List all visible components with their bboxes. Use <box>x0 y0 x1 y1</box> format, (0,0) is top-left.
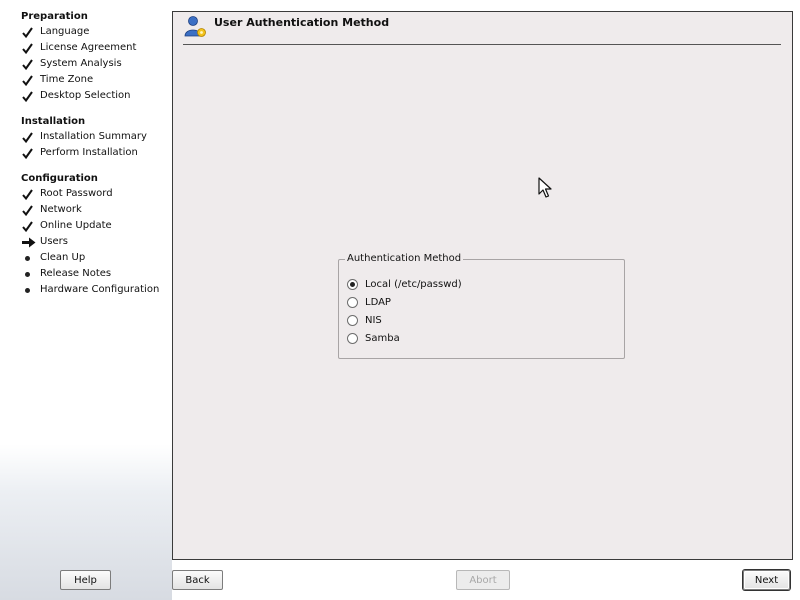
step-label: Root Password <box>40 188 113 199</box>
step-system-analysis: System Analysis <box>21 56 136 72</box>
step-label: Installation Summary <box>40 131 147 142</box>
step-label: Clean Up <box>40 252 86 263</box>
auth-method-legend: Authentication Method <box>345 253 464 264</box>
section-title: Installation <box>21 116 86 127</box>
step-release-notes: Release Notes <box>21 266 159 282</box>
bullet-icon <box>21 250 35 266</box>
section-title: Preparation <box>21 11 88 22</box>
back-button[interactable]: Back <box>172 570 223 590</box>
checkmark-icon <box>21 24 35 40</box>
steps-sidebar: Preparation Language License Agreement S… <box>0 0 172 600</box>
radio-button[interactable] <box>347 315 358 326</box>
main-panel: User Authentication Method Authenticatio… <box>172 11 793 560</box>
step-license-agreement: License Agreement <box>21 40 136 56</box>
bullet-icon <box>21 282 35 298</box>
checkmark-icon <box>21 88 35 104</box>
help-button[interactable]: Help <box>60 570 111 590</box>
radio-button[interactable] <box>347 297 358 308</box>
step-label: Perform Installation <box>40 147 138 158</box>
section-configuration: Configuration Root Password Network Onli… <box>21 172 159 298</box>
radio-label[interactable]: LDAP <box>365 295 391 311</box>
step-language: Language <box>21 24 136 40</box>
section-title: Configuration <box>21 173 98 184</box>
step-label: Hardware Configuration <box>40 284 160 295</box>
section-preparation: Preparation Language License Agreement S… <box>21 10 136 104</box>
step-installation-summary: Installation Summary <box>21 129 147 145</box>
step-label: System Analysis <box>40 58 122 69</box>
radio-label[interactable]: Local (/etc/passwd) <box>365 277 462 293</box>
step-label: Online Update <box>40 220 112 231</box>
step-label: Users <box>40 236 69 247</box>
checkmark-icon <box>21 129 35 145</box>
step-online-update: Online Update <box>21 218 159 234</box>
next-button[interactable]: Next <box>743 570 790 590</box>
step-users: Users <box>21 234 159 250</box>
step-label: Time Zone <box>40 74 94 85</box>
step-clean-up: Clean Up <box>21 250 159 266</box>
step-label: Release Notes <box>40 268 112 279</box>
checkmark-icon <box>21 56 35 72</box>
step-label: License Agreement <box>40 42 137 53</box>
bullet-icon <box>21 266 35 282</box>
abort-button[interactable]: Abort <box>456 570 510 590</box>
step-network: Network <box>21 202 159 218</box>
step-perform-installation: Perform Installation <box>21 145 147 161</box>
checkmark-icon <box>21 72 35 88</box>
step-root-password: Root Password <box>21 186 159 202</box>
auth-method-group: Authentication Method Local (/etc/passwd… <box>338 253 625 359</box>
checkmark-icon <box>21 145 35 161</box>
arrow-right-icon <box>21 234 36 250</box>
radio-label[interactable]: Samba <box>365 331 400 347</box>
radio-label[interactable]: NIS <box>365 313 382 329</box>
title-divider <box>183 44 781 45</box>
step-label: Language <box>40 26 90 37</box>
step-label: Network <box>40 204 82 215</box>
step-time-zone: Time Zone <box>21 72 136 88</box>
step-desktop-selection: Desktop Selection <box>21 88 136 104</box>
page-title: User Authentication Method <box>214 16 390 29</box>
checkmark-icon <box>21 40 35 56</box>
user-icon <box>183 15 207 39</box>
checkmark-icon <box>21 186 35 202</box>
mouse-cursor-icon <box>538 177 552 199</box>
checkmark-icon <box>21 202 35 218</box>
step-label: Desktop Selection <box>40 90 131 101</box>
section-installation: Installation Installation Summary Perfor… <box>21 115 147 161</box>
radio-button[interactable] <box>347 333 358 344</box>
radio-button[interactable] <box>347 279 358 290</box>
checkmark-icon <box>21 218 35 234</box>
step-hardware-configuration: Hardware Configuration <box>21 282 159 298</box>
